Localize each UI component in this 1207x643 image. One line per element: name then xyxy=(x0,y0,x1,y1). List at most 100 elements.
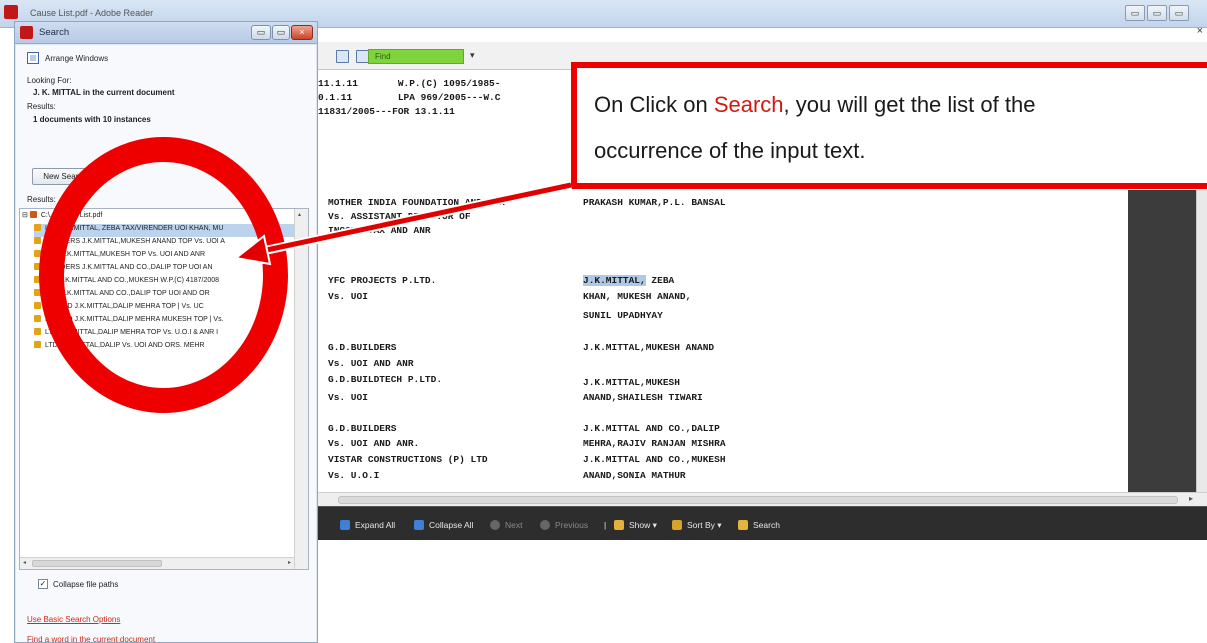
previous-icon xyxy=(540,520,550,530)
previous-button[interactable]: Previous xyxy=(540,520,588,530)
results-summary-value: 1 documents with 10 instances xyxy=(33,115,151,124)
expand-all-label: Expand All xyxy=(355,520,396,530)
case-advocate: J.K.MITTAL,MUKESH ANAND xyxy=(583,342,715,353)
annotation-callout: On Click on Search, you will get the lis… xyxy=(571,62,1207,189)
scroll-up-icon[interactable]: ▴ xyxy=(298,211,301,218)
case-party: Vs. U.O.I xyxy=(328,470,380,481)
annotation-circle xyxy=(39,137,288,413)
search-results-bar: Expand All Collapse All Next Previous | … xyxy=(318,506,1207,540)
case-advocate: MEHRA,RAJIV RANJAN MISHRA xyxy=(583,438,726,449)
callout-prefix: On Click on xyxy=(594,92,714,117)
separator: | xyxy=(604,520,607,530)
collapse-file-paths-label: Collapse file paths xyxy=(53,580,119,589)
maximize-button[interactable]: ▭ xyxy=(1147,5,1167,21)
horizontal-scrollbar[interactable]: ▸ xyxy=(318,492,1207,506)
callout-highlight: Search xyxy=(713,92,784,117)
doc-line: 11831/2005---FOR 13.1.11 xyxy=(318,106,455,117)
expand-all-button[interactable]: Expand All xyxy=(340,520,395,530)
result-leaf-icon xyxy=(34,341,41,348)
looking-for-label: Looking For: xyxy=(27,76,72,85)
result-leaf-icon xyxy=(34,315,41,322)
results-list-label: Results: xyxy=(27,195,56,204)
sort-by-label: Sort By ▾ xyxy=(687,520,722,530)
case-advocate: J.K.MITTAL,MUKESH xyxy=(583,377,680,388)
case-party: Vs. UOI AND ANR xyxy=(328,358,414,369)
collapse-all-label: Collapse All xyxy=(429,520,474,530)
window-title: Cause List.pdf - Adobe Reader xyxy=(30,8,154,18)
find-word-link[interactable]: Find a word in the current document xyxy=(27,635,155,643)
next-button[interactable]: Next xyxy=(490,520,522,530)
result-leaf-icon xyxy=(34,328,41,335)
close-document-icon[interactable]: × xyxy=(1197,26,1203,37)
show-icon xyxy=(614,520,624,530)
scroll-right-icon[interactable]: ▸ xyxy=(1189,494,1193,503)
find-input[interactable]: Find xyxy=(368,49,464,64)
pdf-node-icon xyxy=(29,211,37,218)
case-advocate-rest: ZEBA xyxy=(645,275,675,286)
panel-minimize-button[interactable]: ▭ xyxy=(251,25,271,40)
case-advocate: PRAKASH KUMAR,P.L. BANSAL xyxy=(583,197,726,208)
panel-maximize-button[interactable]: ▭ xyxy=(272,25,290,40)
previous-label: Previous xyxy=(555,520,589,530)
tree-collapse-icon[interactable]: ⊟ xyxy=(22,212,30,219)
case-advocate: J.K.MITTAL AND CO.,MUKESH xyxy=(583,454,726,465)
case-party: Vs. UOI xyxy=(328,291,368,302)
result-leaf-icon xyxy=(34,237,41,244)
case-advocate: ANAND,SONIA MATHUR xyxy=(583,470,686,481)
collapse-all-button[interactable]: Collapse All xyxy=(414,520,473,530)
search-hit-highlight: J.K.MITTAL, xyxy=(583,275,646,286)
callout-line-2: occurrence of the input text. xyxy=(594,138,866,163)
case-advocate: J.K.MITTAL AND CO.,DALIP xyxy=(583,423,720,434)
case-party: G.D.BUILDERS xyxy=(328,342,397,353)
case-party: G.D.BUILDTECH P.LTD. xyxy=(328,374,443,385)
show-dropdown[interactable]: Show ▾ xyxy=(614,520,657,531)
arrange-windows-icon[interactable] xyxy=(27,52,39,64)
case-party: Vs. UOI xyxy=(328,392,368,403)
results-summary-label: Results: xyxy=(27,102,56,111)
arrange-windows-link[interactable]: Arrange Windows xyxy=(45,54,108,63)
case-advocate: ANAND,SHAILESH TIWARI xyxy=(583,392,703,403)
collapse-file-paths-checkbox[interactable]: ✓ xyxy=(38,579,48,589)
search-window-titlebar: Search ▭ ▭ × xyxy=(15,22,317,44)
result-leaf-icon xyxy=(34,302,41,309)
scroll-left-icon[interactable]: ◂ xyxy=(23,559,26,566)
adobe-pdf-icon xyxy=(20,26,33,39)
results-horizontal-scrollbar[interactable]: ◂ ▸ xyxy=(20,557,294,569)
results-vertical-scrollbar[interactable]: ▴ xyxy=(294,209,308,569)
doc-line: 0.1.11 LPA 969/2005---W.C xyxy=(318,92,501,103)
case-advocate: KHAN, MUKESH ANAND, xyxy=(583,291,692,302)
doc-line: 11.1.11 W.P.(C) 1095/1985- xyxy=(318,78,501,89)
show-label: Show ▾ xyxy=(629,520,657,530)
panel-close-button[interactable]: × xyxy=(291,25,313,40)
search-label: Search xyxy=(753,520,780,530)
save-icon[interactable] xyxy=(336,50,349,63)
search-button[interactable]: Search xyxy=(738,520,780,530)
case-party: G.D.BUILDERS xyxy=(328,423,397,434)
results-scroll-thumb[interactable] xyxy=(32,560,162,567)
scroll-thumb[interactable] xyxy=(338,496,1178,504)
search-window-title: Search xyxy=(39,27,70,38)
search-icon xyxy=(738,520,748,530)
vertical-scrollbar[interactable] xyxy=(1196,190,1207,492)
sort-by-dropdown[interactable]: Sort By ▾ xyxy=(672,520,722,531)
looking-for-value: J. K. MITTAL in the current document xyxy=(33,88,175,97)
window-controls: ▭ ▭ ▭ xyxy=(1125,5,1189,21)
close-window-button[interactable]: ▭ xyxy=(1169,5,1189,21)
case-party: YFC PROJECTS P.LTD. xyxy=(328,275,437,286)
result-leaf-icon xyxy=(34,224,41,231)
case-party: VISTAR CONSTRUCTIONS (P) LTD xyxy=(328,454,488,465)
collapse-icon xyxy=(414,520,424,530)
scroll-right-icon[interactable]: ▸ xyxy=(288,559,291,566)
case-advocate: J.K.MITTAL, ZEBA xyxy=(583,275,674,286)
case-party: INCOME TAX AND ANR xyxy=(328,225,431,236)
next-icon xyxy=(490,520,500,530)
find-dropdown-icon[interactable]: ▾ xyxy=(470,50,475,61)
use-basic-search-link[interactable]: Use Basic Search Options xyxy=(27,615,120,624)
callout-rest: , you will get the list of the xyxy=(783,92,1036,117)
minimize-button[interactable]: ▭ xyxy=(1125,5,1145,21)
sort-icon xyxy=(672,520,682,530)
case-advocate: SUNIL UPADHYAY xyxy=(583,310,663,321)
adobe-pdf-icon xyxy=(4,5,18,19)
callout-line-1: On Click on Search, you will get the lis… xyxy=(594,82,1207,128)
case-party: MOTHER INDIA FOUNDATION AND ANR xyxy=(328,197,505,208)
